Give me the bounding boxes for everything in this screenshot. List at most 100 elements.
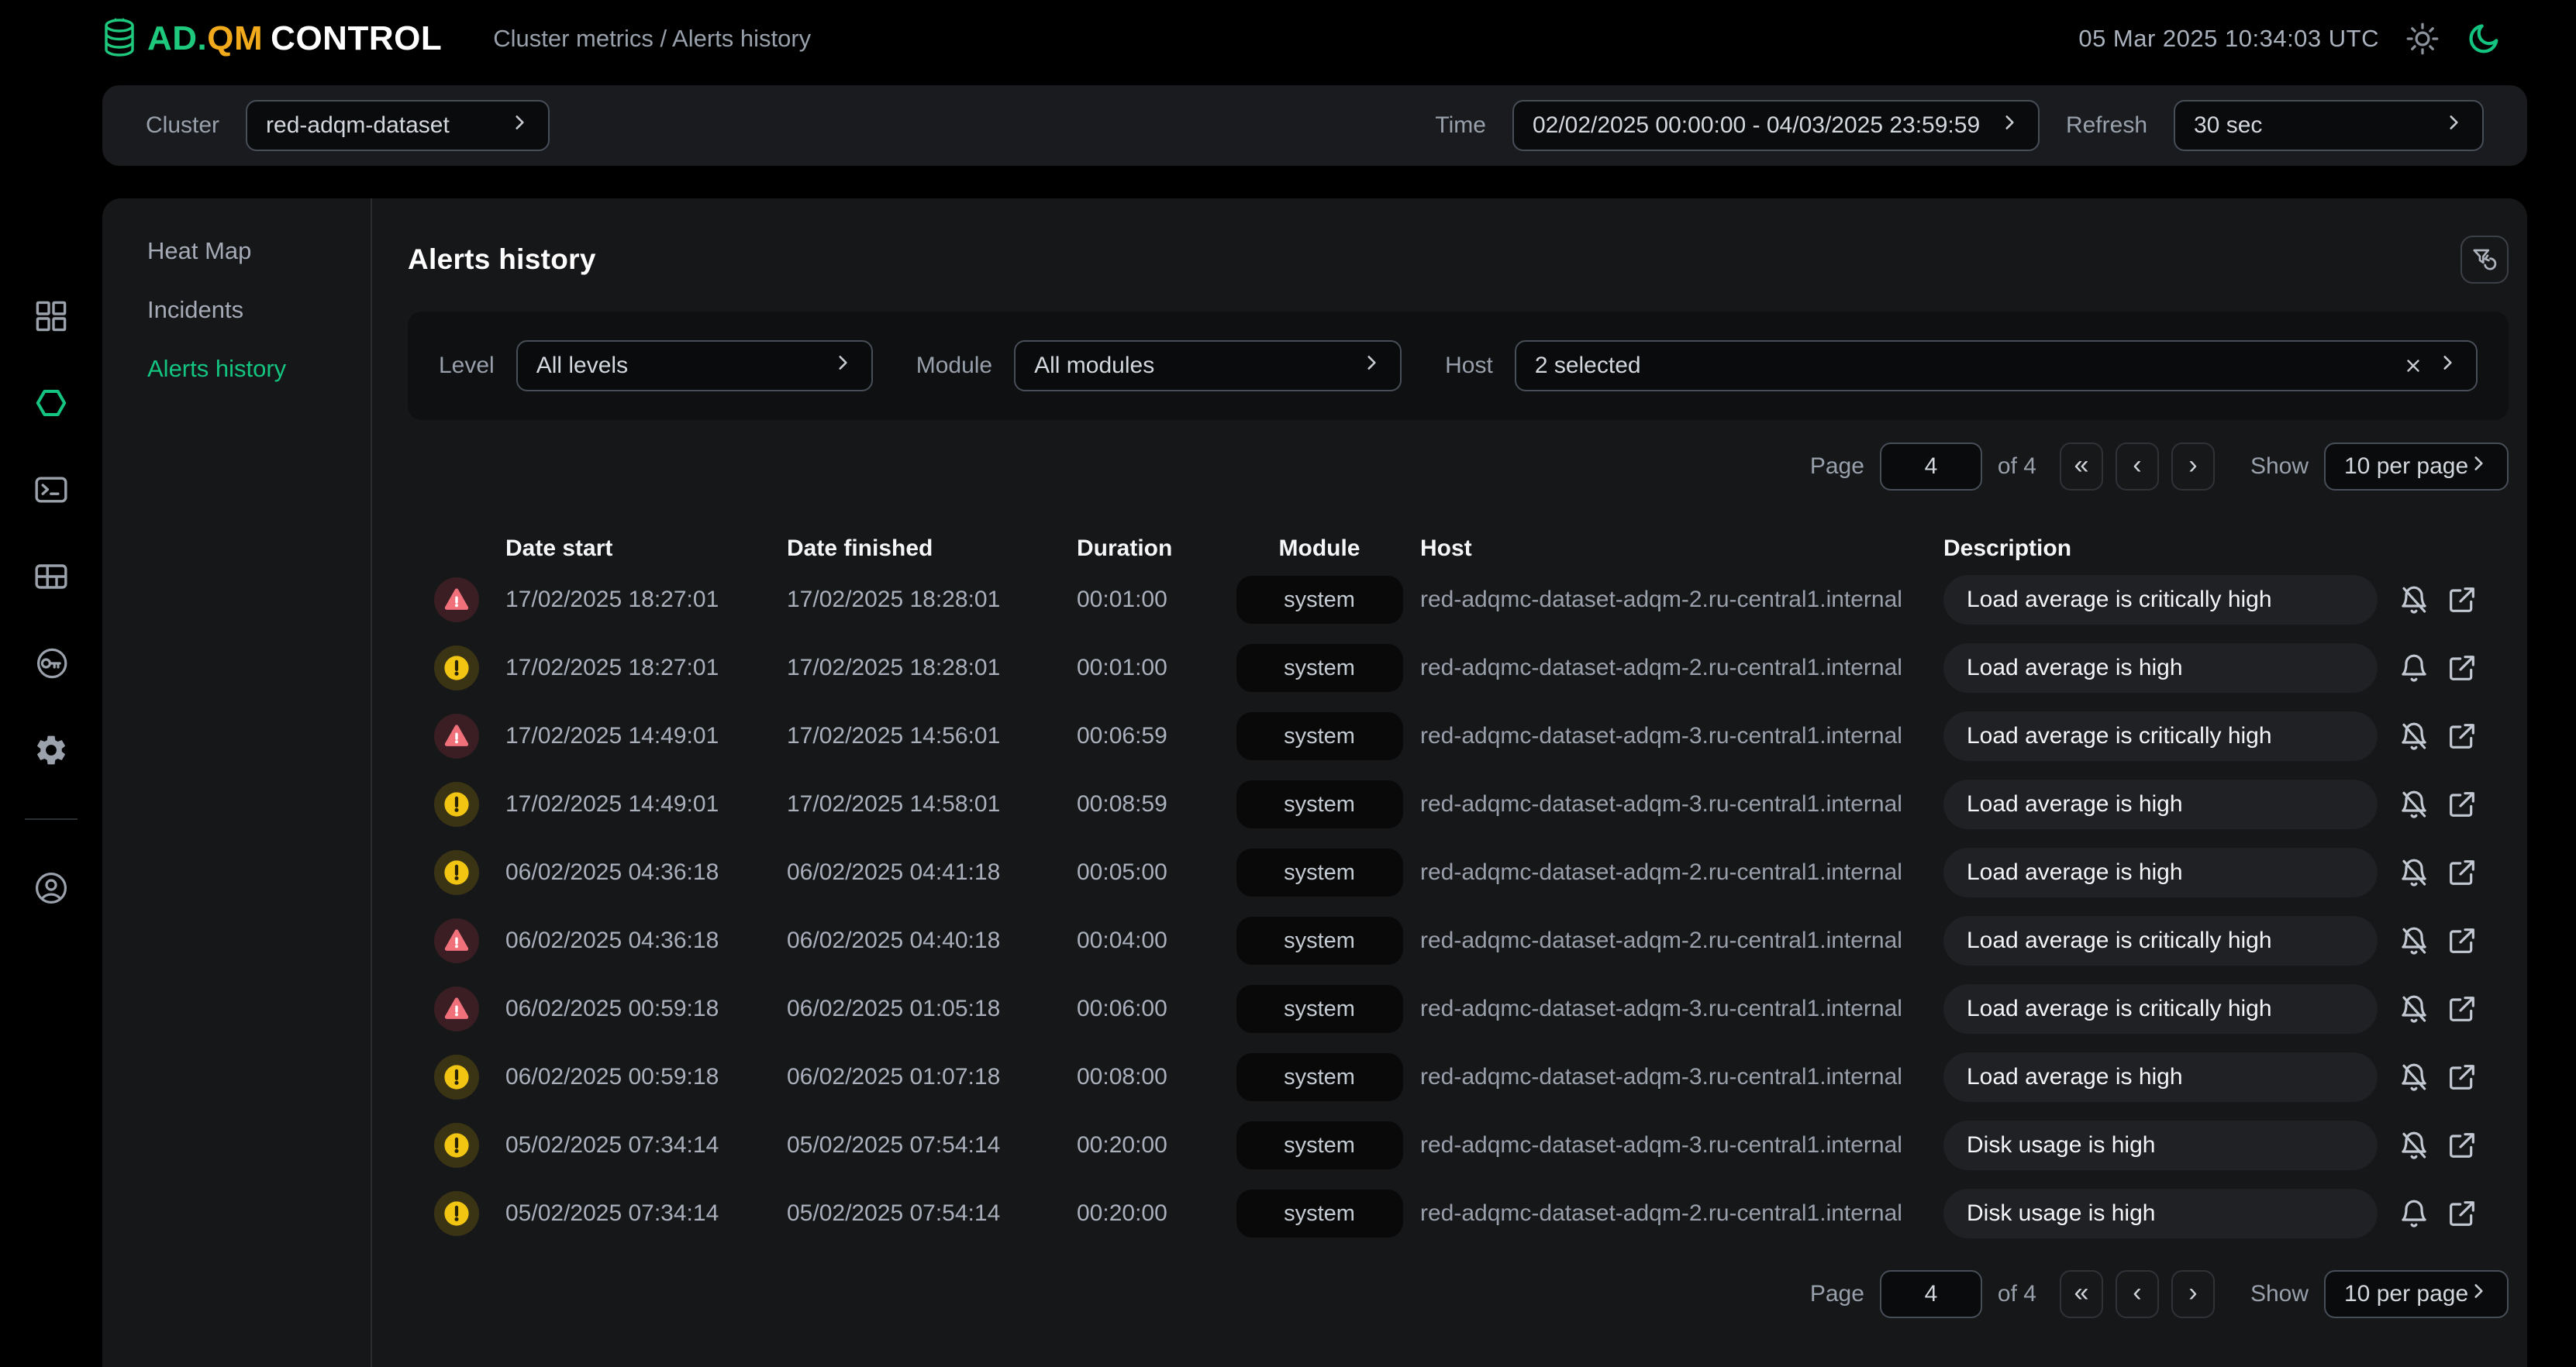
- nav-item-incidents[interactable]: Incidents: [147, 291, 371, 329]
- level-filter-select[interactable]: All levels: [516, 340, 873, 391]
- duration-cell: 00:04:00: [1077, 928, 1219, 954]
- nav-item-heat-map[interactable]: Heat Map: [147, 232, 371, 270]
- notifications-on-button[interactable]: [2398, 1198, 2429, 1229]
- duration-cell: 00:01:00: [1077, 587, 1219, 613]
- reset-filters-button[interactable]: [2460, 236, 2509, 284]
- cluster-label: Cluster: [146, 112, 219, 139]
- external-link-icon: [2447, 789, 2478, 820]
- cluster-select[interactable]: red-adqm-dataset: [246, 100, 550, 151]
- next-page-button[interactable]: ›: [2171, 442, 2215, 491]
- open-alert-button[interactable]: [2447, 653, 2478, 684]
- open-alert-button[interactable]: [2447, 721, 2478, 752]
- external-link-icon: [2447, 993, 2478, 1024]
- gear-icon: [33, 732, 69, 768]
- open-alert-button[interactable]: [2447, 584, 2478, 615]
- per-page-value: 10 per page: [2344, 453, 2468, 480]
- warning-level-icon: [434, 1055, 479, 1100]
- page-number-input[interactable]: [1880, 442, 1982, 491]
- description-pill: Load average is critically high: [1943, 984, 2378, 1034]
- per-page-select[interactable]: 10 per page: [2324, 1270, 2509, 1318]
- module-badge: system: [1236, 644, 1403, 692]
- top-bar: AD.QMCONTROL Cluster metrics / Alerts hi…: [0, 0, 2576, 77]
- notifications-muted-button[interactable]: [2398, 993, 2429, 1024]
- date-start-cell: 17/02/2025 14:49:01: [505, 723, 787, 749]
- host-cell: red-adqmc-dataset-adqm-3.ru-central1.int…: [1420, 723, 1943, 749]
- first-page-button[interactable]: «: [2060, 442, 2103, 491]
- notifications-muted-button[interactable]: [2398, 857, 2429, 888]
- bell-off-icon: [2398, 584, 2429, 615]
- nav-item-alerts-history[interactable]: Alerts history: [147, 350, 371, 387]
- logo: AD.QMCONTROL: [99, 17, 442, 60]
- host-filter-select[interactable]: 2 selected: [1515, 340, 2478, 391]
- open-alert-button[interactable]: [2447, 1130, 2478, 1161]
- page-number-input[interactable]: [1880, 1270, 1982, 1318]
- column-host: Host: [1420, 535, 1943, 562]
- module-badge: system: [1236, 1053, 1403, 1101]
- column-duration: Duration: [1077, 535, 1219, 562]
- critical-level-icon: [434, 987, 479, 1031]
- notifications-muted-button[interactable]: [2398, 584, 2429, 615]
- duration-cell: 00:05:00: [1077, 859, 1219, 886]
- bell-off-icon: [2398, 857, 2429, 888]
- page-title: Alerts history: [408, 243, 596, 276]
- notifications-muted-button[interactable]: [2398, 721, 2429, 752]
- notifications-muted-button[interactable]: [2398, 789, 2429, 820]
- refresh-label: Refresh: [2066, 112, 2147, 139]
- sidebar-item-profile[interactable]: [33, 869, 70, 907]
- per-page-select[interactable]: 10 per page: [2324, 442, 2509, 491]
- bell-icon: [2398, 653, 2429, 684]
- date-finished-cell: 06/02/2025 01:07:18: [787, 1064, 1077, 1090]
- host-filter-clear-button[interactable]: [2403, 356, 2423, 376]
- light-theme-button[interactable]: [2405, 22, 2440, 56]
- sidebar-item-settings[interactable]: [33, 732, 69, 769]
- notifications-muted-button[interactable]: [2398, 1130, 2429, 1161]
- notifications-muted-button[interactable]: [2398, 925, 2429, 956]
- table-icon: [33, 558, 70, 595]
- notifications-on-button[interactable]: [2398, 653, 2429, 684]
- table-header: Date start Date finished Duration Module…: [408, 532, 2509, 566]
- alerts-history-content: Alerts history Level: [372, 198, 2527, 1367]
- sidebar-item-cluster-metrics[interactable]: [33, 384, 70, 422]
- time-label: Time: [1435, 112, 1486, 139]
- time-range-select[interactable]: 02/02/2025 00:00:00 - 04/03/2025 23:59:5…: [1512, 100, 2040, 151]
- app-root: AD.QMCONTROL Cluster metrics / Alerts hi…: [0, 0, 2576, 1367]
- cluster-select-value: red-adqm-dataset: [266, 112, 450, 139]
- chevron-right-icon: [2443, 112, 2464, 139]
- previous-page-button[interactable]: ‹: [2116, 1270, 2159, 1318]
- module-badge: system: [1236, 1121, 1403, 1169]
- next-page-button[interactable]: ›: [2171, 1270, 2215, 1318]
- description-pill: Load average is high: [1943, 848, 2378, 897]
- date-finished-cell: 17/02/2025 18:28:01: [787, 655, 1077, 681]
- per-page-value: 10 per page: [2344, 1281, 2468, 1307]
- pagination-top: Page of 4 « ‹ › Show 10 per page: [408, 442, 2509, 491]
- notifications-muted-button[interactable]: [2398, 1062, 2429, 1093]
- refresh-interval-select[interactable]: 30 sec: [2174, 100, 2484, 151]
- dark-theme-button[interactable]: [2466, 21, 2502, 57]
- duration-cell: 00:08:59: [1077, 791, 1219, 818]
- sidebar-item-tables[interactable]: [33, 558, 70, 595]
- duration-cell: 00:06:00: [1077, 996, 1219, 1022]
- date-start-cell: 17/02/2025 18:27:01: [505, 587, 787, 613]
- open-alert-button[interactable]: [2447, 1062, 2478, 1093]
- module-badge: system: [1236, 917, 1403, 965]
- description-pill: Load average is critically high: [1943, 711, 2378, 761]
- first-page-button[interactable]: «: [2060, 1270, 2103, 1318]
- warning-level-icon: [434, 1191, 479, 1236]
- duration-cell: 00:06:59: [1077, 723, 1219, 749]
- open-alert-button[interactable]: [2447, 789, 2478, 820]
- page-label: Page: [1810, 453, 1864, 480]
- module-filter-select[interactable]: All modules: [1014, 340, 1402, 391]
- previous-page-button[interactable]: ‹: [2116, 442, 2159, 491]
- cluster-hexagon-icon: [33, 384, 70, 422]
- open-alert-button[interactable]: [2447, 857, 2478, 888]
- description-pill: Load average is critically high: [1943, 575, 2378, 625]
- bell-off-icon: [2398, 721, 2429, 752]
- open-alert-button[interactable]: [2447, 1198, 2478, 1229]
- open-alert-button[interactable]: [2447, 925, 2478, 956]
- moon-icon: [2466, 21, 2502, 57]
- sidebar-item-terminal[interactable]: [33, 471, 70, 508]
- sidebar-item-dashboard[interactable]: [33, 298, 70, 335]
- open-alert-button[interactable]: [2447, 993, 2478, 1024]
- module-badge: system: [1236, 1190, 1403, 1238]
- sidebar-item-access-keys[interactable]: [32, 645, 71, 682]
